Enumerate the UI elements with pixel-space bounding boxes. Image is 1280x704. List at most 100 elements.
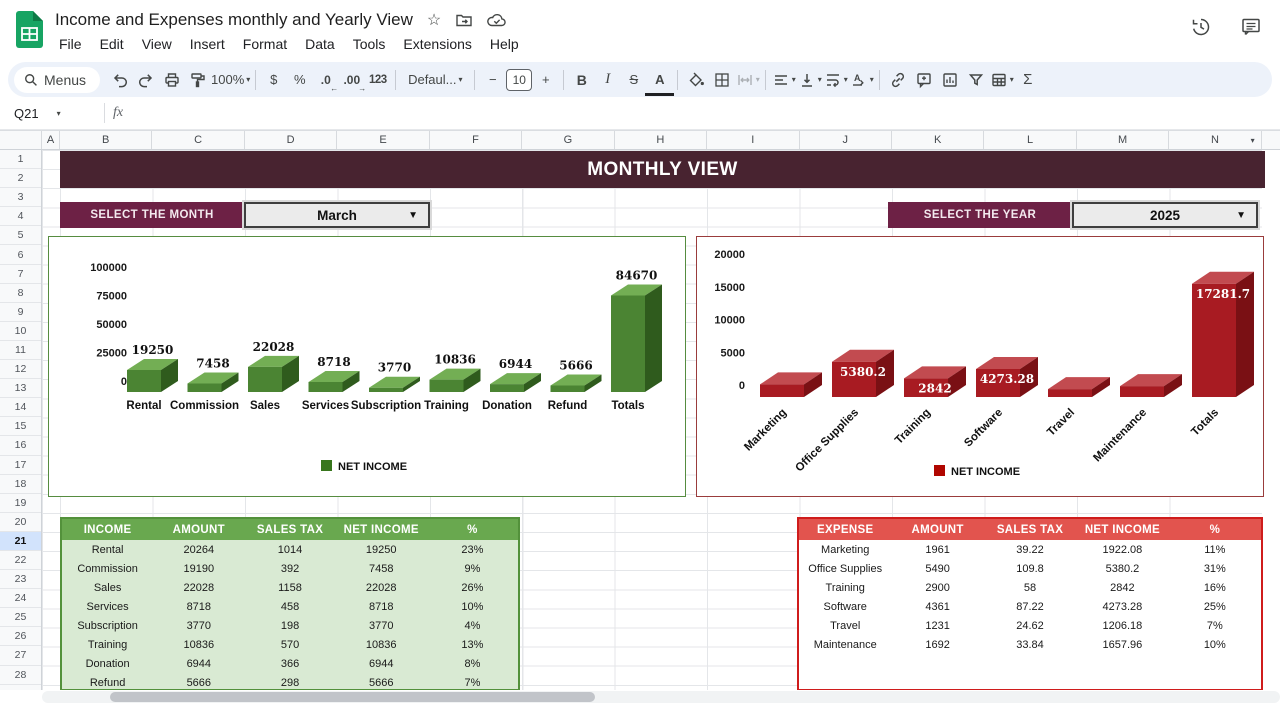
column-header-D[interactable]: D [245,131,337,149]
column-header-H[interactable]: H [615,131,707,149]
table-cell[interactable]: 1014 [244,544,335,556]
table-cell[interactable]: 7% [1169,620,1261,632]
year-dropdown[interactable]: 2025▼ [1072,202,1258,228]
table-cell[interactable]: Training [799,582,891,594]
print-button[interactable] [159,67,184,93]
column-header-C[interactable]: C [152,131,244,149]
table-row[interactable]: Sales2202811582202826% [62,578,518,597]
table-cell[interactable]: 1657.96 [1076,639,1168,651]
number-format-button[interactable]: 123 [365,67,390,93]
income-table[interactable]: INCOMEAMOUNTSALES TAXNET INCOME%Rental20… [60,517,520,691]
table-row[interactable]: Marketing196139.221922.0811% [799,540,1261,559]
table-cell[interactable]: 8718 [153,601,244,613]
menu-data[interactable]: Data [296,34,344,54]
row-header-6[interactable]: 6 [0,245,41,264]
document-title[interactable]: Income and Expenses monthly and Yearly V… [55,10,413,30]
text-wrap-button[interactable]: ▾ [823,67,848,93]
table-cell[interactable]: 22028 [153,582,244,594]
table-cell[interactable]: 198 [244,620,335,632]
table-cell[interactable]: 3770 [153,620,244,632]
column-header-N[interactable]: N▾ [1169,131,1261,149]
table-cell[interactable]: 6944 [336,658,427,670]
table-cell[interactable]: 1158 [244,582,335,594]
table-row[interactable]: Travel123124.621206.187% [799,616,1261,635]
column-header-M[interactable]: M [1077,131,1169,149]
table-cell[interactable]: 6944 [153,658,244,670]
table-cell[interactable]: 11% [1169,544,1261,556]
table-row[interactable]: Training108365701083613% [62,635,518,654]
format-currency-button[interactable]: $ [261,67,286,93]
column-header-J[interactable]: J [800,131,892,149]
menus-search-button[interactable]: Menus [14,67,100,93]
table-cell[interactable]: 392 [244,563,335,575]
table-row[interactable]: Maintenance169233.841657.9610% [799,635,1261,654]
table-row[interactable]: Refund566629856667% [62,674,518,691]
table-cell[interactable]: 366 [244,658,335,670]
table-cell[interactable]: 24.62 [984,620,1076,632]
table-cell[interactable]: 3770 [336,620,427,632]
vertical-align-button[interactable]: ▾ [797,67,822,93]
column-header-E[interactable]: E [337,131,429,149]
row-header-7[interactable]: 7 [0,265,41,284]
table-cell[interactable]: 1692 [891,639,983,651]
format-percent-button[interactable]: % [287,67,312,93]
table-cell[interactable]: Rental [62,544,153,556]
table-cell[interactable]: Donation [62,658,153,670]
paint-format-button[interactable] [185,67,210,93]
table-cell[interactable]: 10% [427,601,518,613]
table-cell[interactable]: Maintenance [799,639,891,651]
table-cell[interactable]: 22028 [336,582,427,594]
italic-button[interactable]: I [595,67,620,93]
table-cell[interactable]: 7% [427,677,518,689]
insert-comment-button[interactable] [911,67,936,93]
row-header-5[interactable]: 5 [0,226,41,245]
horizontal-scrollbar[interactable] [0,690,1280,704]
table-cell[interactable]: 8% [427,658,518,670]
table-cell[interactable]: Sales [62,582,153,594]
table-cell[interactable]: 16% [1169,582,1261,594]
row-header-19[interactable]: 19 [0,494,41,513]
menu-file[interactable]: File [50,34,91,54]
decrease-decimal-button[interactable]: .0← [313,67,338,93]
menu-format[interactable]: Format [234,34,296,54]
cloud-status-icon[interactable] [487,12,507,28]
row-header-24[interactable]: 24 [0,589,41,608]
table-cell[interactable]: 33.84 [984,639,1076,651]
table-cell[interactable]: 2900 [891,582,983,594]
row-header-26[interactable]: 26 [0,627,41,646]
strikethrough-button[interactable]: S [621,67,646,93]
row-header-3[interactable]: 3 [0,188,41,207]
row-header-28[interactable]: 28 [0,666,41,685]
table-cell[interactable]: 4273.28 [1076,601,1168,613]
table-cell[interactable]: Marketing [799,544,891,556]
table-row[interactable]: Donation694436669448% [62,655,518,674]
functions-button[interactable]: Σ [1015,67,1040,93]
menu-insert[interactable]: Insert [181,34,234,54]
menu-tools[interactable]: Tools [344,34,395,54]
table-cell[interactable]: 5666 [153,677,244,689]
table-cell[interactable]: 10836 [336,639,427,651]
column-header-G[interactable]: G [522,131,614,149]
expense-chart[interactable]: 05000100001500020000Marketing5380.2Offic… [696,236,1264,497]
table-row[interactable]: Office Supplies5490109.85380.231% [799,559,1261,578]
table-cell[interactable]: 2842 [1076,582,1168,594]
decrease-font-size-button[interactable]: − [480,67,505,93]
table-cell[interactable]: Training [62,639,153,651]
version-history-icon[interactable] [1190,16,1212,43]
row-header-27[interactable]: 27 [0,646,41,665]
table-row[interactable]: Subscription377019837704% [62,616,518,635]
table-views-button[interactable]: ▾ [989,67,1014,93]
select-all-corner[interactable] [0,131,42,149]
table-cell[interactable]: 10836 [153,639,244,651]
redo-button[interactable] [133,67,158,93]
menu-edit[interactable]: Edit [91,34,133,54]
table-cell[interactable]: 31% [1169,563,1261,575]
column-header-K[interactable]: K [892,131,984,149]
table-cell[interactable]: 20264 [153,544,244,556]
row-header-13[interactable]: 13 [0,379,41,398]
move-folder-icon[interactable] [455,11,473,29]
table-cell[interactable]: 23% [427,544,518,556]
table-row[interactable]: Training290058284216% [799,578,1261,597]
table-cell[interactable]: Refund [62,677,153,689]
row-header-2[interactable]: 2 [0,169,41,188]
